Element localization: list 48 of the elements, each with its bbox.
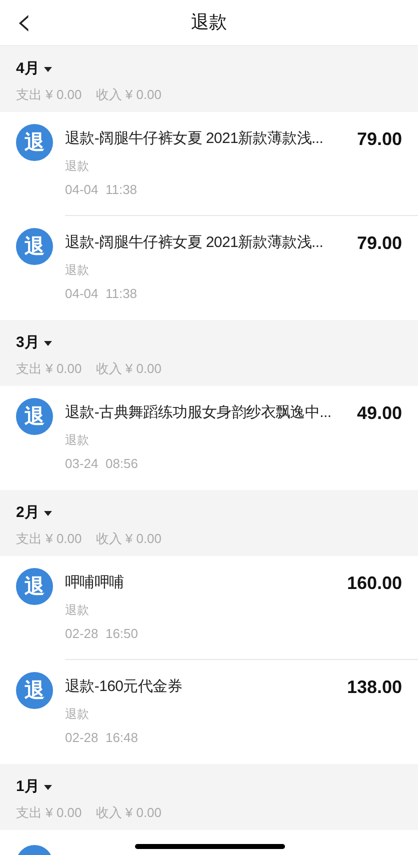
transaction-row[interactable]: 退 呷哺呷哺 160.00 退款 02-28 16:50 xyxy=(0,556,418,660)
transaction-row[interactable]: 退 退款-古典舞蹈练功服女身韵纱衣飘逸中... 49.00 退款 03-24 08:56 xyxy=(0,386,418,490)
category-text: 退款 xyxy=(65,262,89,278)
caret-icon[interactable] xyxy=(44,340,52,346)
summary-text: 支出 ¥ 0.00 xyxy=(16,804,82,822)
caret-icon[interactable] xyxy=(44,510,52,516)
page-title: 退款 xyxy=(191,11,227,34)
summary-text: 支出 ¥ 0.00 xyxy=(16,360,82,378)
amount-text: 138.00 xyxy=(346,676,402,698)
amount-text: 49.00 xyxy=(356,402,402,424)
summary-text: 收入 ¥ 0.00 xyxy=(96,86,162,104)
item-title: 退款-160元代金券 xyxy=(65,677,182,697)
item-title: 退款-古典舞蹈练功服女身韵纱衣飘逸中... xyxy=(65,403,332,423)
category-text: 退款 xyxy=(65,602,89,618)
category-text: 退款 xyxy=(65,706,89,722)
time-text: 02-28 16:48 xyxy=(65,728,138,746)
time-text: 04-04 11:38 xyxy=(65,284,138,302)
time-text: 02-28 16:50 xyxy=(65,624,138,642)
amount-text: 79.00 xyxy=(356,128,402,150)
refund-icon: 退 xyxy=(16,228,53,265)
refund-icon: 退 xyxy=(16,398,53,435)
category-text: 退款 xyxy=(65,432,89,448)
time-text: 03-24 08:56 xyxy=(65,454,138,472)
month-label[interactable]: 2月 xyxy=(16,502,40,524)
category-text: 退款 xyxy=(65,158,89,174)
refund-icon: 退 xyxy=(16,568,53,605)
caret-icon[interactable] xyxy=(44,66,52,72)
summary-text: 支出 ¥ 0.00 xyxy=(16,86,82,104)
transaction-row[interactable]: 退 退款-阔腿牛仔裤女夏 2021新款薄款浅... 79.00 退款 04-04 11:38 xyxy=(0,216,418,320)
item-title: 呷哺呷哺 xyxy=(65,573,124,593)
item-title: 退款-阔腿牛仔裤女夏 2021新款薄款浅... xyxy=(65,129,324,149)
summary-text: 收入 ¥ 0.00 xyxy=(96,360,162,378)
amount-text: 79.00 xyxy=(356,232,402,254)
summary-text: 收入 ¥ 0.00 xyxy=(96,804,162,822)
month-label[interactable]: 3月 xyxy=(16,332,40,354)
summary-text: 收入 ¥ 0.00 xyxy=(96,530,162,548)
caret-icon[interactable] xyxy=(44,784,52,790)
month-label[interactable]: 1月 xyxy=(16,776,40,798)
summary-text: 支出 ¥ 0.00 xyxy=(16,530,82,548)
item-title: 退款-阔腿牛仔裤女夏 2021新款薄款浅... xyxy=(65,233,324,253)
refund-icon: 退 xyxy=(16,672,53,709)
refund-icon: 退 xyxy=(16,124,53,161)
time-text: 04-04 11:38 xyxy=(65,180,138,198)
month-label[interactable]: 4月 xyxy=(16,58,40,80)
amount-text: 160.00 xyxy=(346,572,402,594)
transaction-row[interactable]: 退 退款-阔腿牛仔裤女夏 2021新款薄款浅... 79.00 退款 04-04 11:38 xyxy=(0,112,418,216)
transaction-row[interactable]: 退 退款-160元代金券 138.00 退款 02-28 16:48 xyxy=(0,660,418,764)
back-icon[interactable]: ‹ xyxy=(16,2,32,42)
